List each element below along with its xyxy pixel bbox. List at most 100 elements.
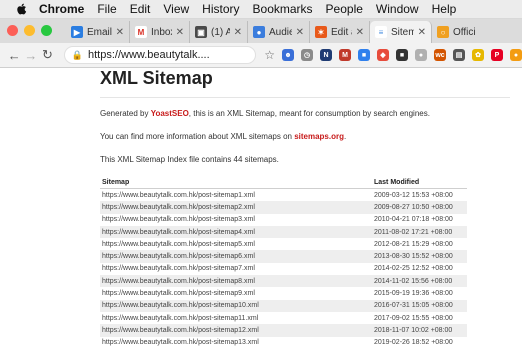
last-modified-cell: 2013-08-30 15:52 +08:00 <box>372 250 467 263</box>
sitemap-url-link[interactable]: https://www.beautytalk.com.hk/post-sitem… <box>100 250 372 263</box>
back-arrow-icon[interactable]: ← <box>6 48 23 63</box>
last-modified-cell: 2014-02-25 12:52 +08:00 <box>374 265 453 273</box>
close-tab-icon[interactable]: ✕ <box>176 27 184 38</box>
menu-file[interactable]: File <box>97 2 116 16</box>
info-prefix: You can find more information about XML … <box>100 132 295 141</box>
tab-edit[interactable]: ✶ Edit a ✕ <box>310 21 370 43</box>
ext-gray-icon[interactable]: ● <box>415 49 427 61</box>
tab-sitemap[interactable]: ≡ Sitem ✕ <box>370 21 432 43</box>
menu-chrome[interactable]: Chrome <box>39 2 84 16</box>
official-icon: ○ <box>437 26 449 38</box>
ext-wc-icon[interactable]: wc <box>434 49 446 61</box>
sitemap-url-link[interactable]: https://www.beautytalk.com.hk/post-sitem… <box>100 201 372 214</box>
close-tab-icon[interactable]: ✕ <box>116 27 124 38</box>
sitemap-url-link[interactable]: https://www.beautytalk.com.hk/post-sitem… <box>100 214 372 226</box>
tab-ad[interactable]: ▣ (1) Ad ✕ <box>190 21 248 43</box>
table-row: https://www.beautytalk.com.hk/post-sitem… <box>100 201 467 214</box>
menu-people[interactable]: People <box>326 2 363 16</box>
menu-edit[interactable]: Edit <box>130 2 151 16</box>
tab-title: Official <box>453 26 475 38</box>
ext-pinterest-icon[interactable]: P <box>491 49 503 61</box>
edit-icon: ✶ <box>315 26 327 38</box>
ext-blue-icon[interactable]: ■ <box>358 49 370 61</box>
close-tab-icon[interactable]: ✕ <box>356 27 364 38</box>
sitemap-url-link[interactable]: https://www.beautytalk.com.hk/post-sitem… <box>100 238 372 250</box>
tab-email[interactable]: ▶ Email I ✕ <box>66 21 130 43</box>
gmail-icon: M <box>135 26 147 38</box>
yoastseo-link[interactable]: YoastSEO <box>151 109 189 118</box>
sitemap-url-link[interactable]: https://www.beautytalk.com.hk/post-sitem… <box>100 263 372 275</box>
sitemap-table: Sitemap Last Modified https://www.beauty… <box>100 177 467 349</box>
ext-doc-icon[interactable]: ▤ <box>453 49 465 61</box>
macos-menu-bar: Chrome File Edit View History Bookmarks … <box>0 0 522 19</box>
ext-dark-icon[interactable]: ■ <box>396 49 408 61</box>
last-modified-cell: 2011-08-02 17:21 +08:00 <box>372 225 467 239</box>
ext-n-icon[interactable]: N <box>320 49 332 61</box>
close-tab-icon[interactable]: ✕ <box>418 27 426 38</box>
address-url[interactable]: https://www.beautytalk.... <box>88 49 210 61</box>
menu-window[interactable]: Window <box>376 2 419 16</box>
column-header-last-modified: Last Modified <box>372 177 467 189</box>
tab-inbox[interactable]: M Inbox ✕ <box>130 21 190 43</box>
last-modified-cell: 2016-07-31 15:05 +08:00 <box>372 299 467 312</box>
lock-icon: 🔒 <box>71 49 83 60</box>
table-row: https://www.beautytalk.com.hk/post-sitem… <box>100 287 467 299</box>
table-row: https://www.beautytalk.com.hk/post-sitem… <box>100 225 467 239</box>
sitemap-url-link[interactable]: https://www.beautytalk.com.hk/post-sitem… <box>100 189 372 202</box>
last-modified-cell: 2017-09-02 15:55 +08:00 <box>374 314 453 322</box>
tab-title: Inbox <box>151 26 172 38</box>
ext-clock-icon[interactable]: ◷ <box>301 49 313 61</box>
ext-orange-icon[interactable]: ● <box>510 49 522 61</box>
close-tab-icon[interactable]: ✕ <box>296 27 304 38</box>
tab-official[interactable]: ○ Official <box>432 21 480 43</box>
menu-bookmarks[interactable]: Bookmarks <box>253 2 313 16</box>
last-modified-cell: 2019-02-26 18:52 +08:00 <box>374 339 453 347</box>
table-row: https://www.beautytalk.com.hk/post-sitem… <box>100 263 467 275</box>
tab-title: Audien <box>269 26 292 38</box>
reload-icon[interactable]: ↻ <box>39 47 56 63</box>
last-modified-cell: 2009-03-12 15:53 +08:00 <box>374 191 453 199</box>
apple-logo-icon[interactable] <box>16 3 27 15</box>
sitemaps-org-link[interactable]: sitemaps.org <box>294 132 344 141</box>
generated-prefix: Generated by <box>100 109 151 118</box>
generated-by-text: Generated by YoastSEO, this is an XML Si… <box>100 108 510 120</box>
last-modified-cell: 2009-08-27 10:50 +08:00 <box>372 201 467 214</box>
tab-audience[interactable]: ● Audien ✕ <box>248 21 310 43</box>
sitemap-url-link[interactable]: https://www.beautytalk.com.hk/post-sitem… <box>100 324 372 337</box>
sitemap-url-link[interactable]: https://www.beautytalk.com.hk/post-sitem… <box>100 287 372 299</box>
forward-arrow-icon[interactable]: → <box>23 48 40 63</box>
table-row: https://www.beautytalk.com.hk/post-sitem… <box>100 299 467 312</box>
more-info-text: You can find more information about XML … <box>100 131 510 143</box>
sitemap-url-link[interactable]: https://www.beautytalk.com.hk/post-sitem… <box>100 275 372 288</box>
last-modified-cell: 2010-04-21 07:18 +08:00 <box>374 216 453 224</box>
ext-mail-icon[interactable]: M <box>339 49 351 61</box>
address-bar[interactable]: 🔒 https://www.beautytalk.... <box>63 46 257 64</box>
table-row: https://www.beautytalk.com.hk/post-sitem… <box>100 337 467 349</box>
menu-help[interactable]: Help <box>432 2 457 16</box>
sitemap-url-link[interactable]: https://www.beautytalk.com.hk/post-sitem… <box>100 312 372 324</box>
page-title: XML Sitemap <box>100 68 510 98</box>
ext-person-icon[interactable]: ☻ <box>282 49 294 61</box>
menu-history[interactable]: History <box>202 2 239 16</box>
ext-red-icon[interactable]: ◆ <box>377 49 389 61</box>
tab-title: Edit a <box>331 26 352 38</box>
sitemap-url-link[interactable]: https://www.beautytalk.com.hk/post-sitem… <box>100 225 372 239</box>
close-tab-icon[interactable]: ✕ <box>234 27 242 38</box>
bookmark-star-icon[interactable]: ☆ <box>264 48 275 62</box>
sitemap-icon: ≡ <box>375 26 387 38</box>
zoom-window-button[interactable] <box>41 25 52 36</box>
ext-flower-icon[interactable]: ✿ <box>472 49 484 61</box>
last-modified-cell: 2015-09-19 19:36 +08:00 <box>374 290 453 298</box>
sitemap-table-body: https://www.beautytalk.com.hk/post-sitem… <box>100 189 467 349</box>
table-header-row: Sitemap Last Modified <box>100 177 467 189</box>
minimize-window-button[interactable] <box>24 25 35 36</box>
tab-title: (1) Ad <box>211 26 230 38</box>
table-row: https://www.beautytalk.com.hk/post-sitem… <box>100 250 467 263</box>
sitemap-url-link[interactable]: https://www.beautytalk.com.hk/post-sitem… <box>100 337 372 349</box>
sitemap-url-link[interactable]: https://www.beautytalk.com.hk/post-sitem… <box>100 299 372 312</box>
menu-view[interactable]: View <box>163 2 189 16</box>
column-header-sitemap: Sitemap <box>100 177 372 189</box>
tab-title: Email I <box>87 26 112 38</box>
close-window-button[interactable] <box>7 25 18 36</box>
last-modified-cell: 2018-11-07 10:02 +08:00 <box>372 324 467 337</box>
